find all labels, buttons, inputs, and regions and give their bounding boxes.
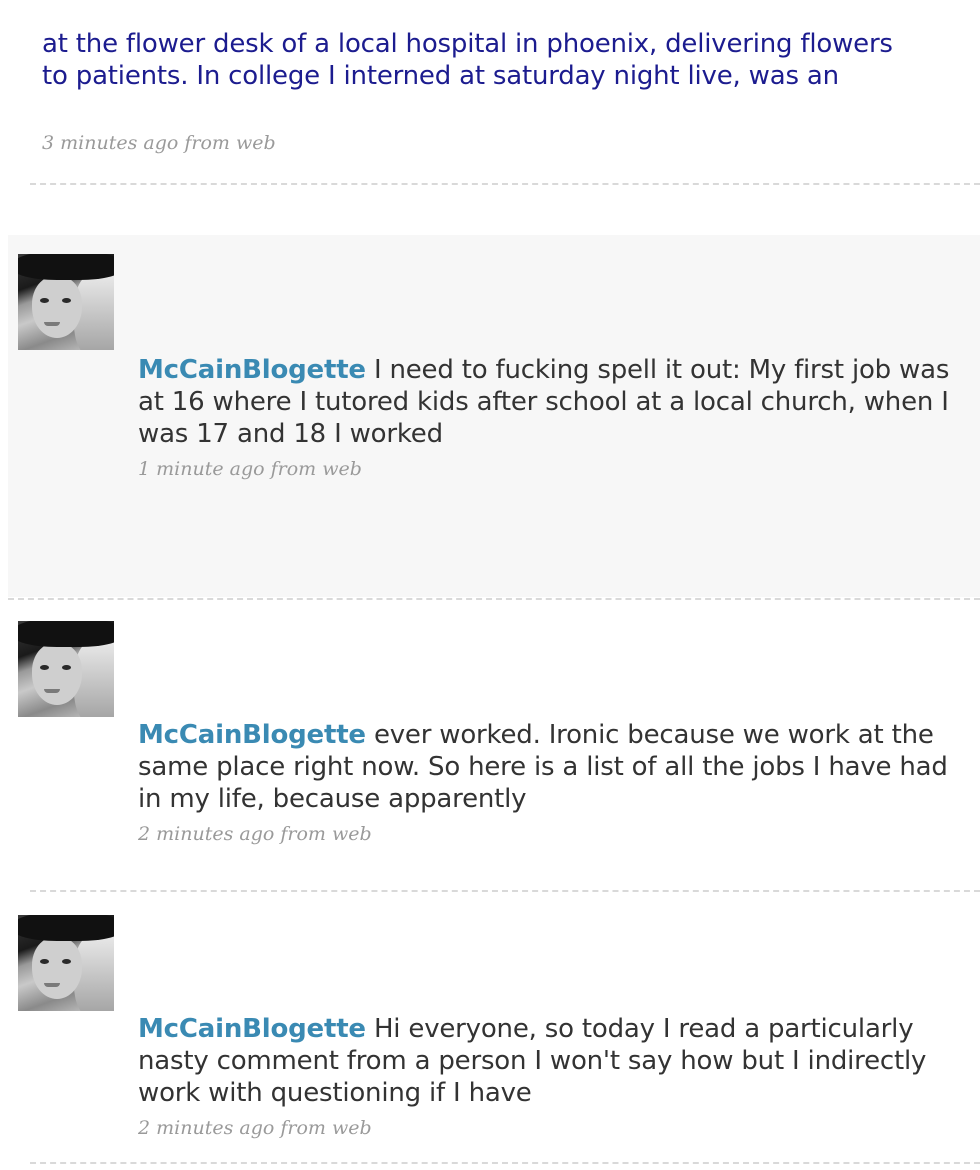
tweet-divider [30, 890, 980, 892]
avatar-face [32, 937, 82, 999]
username-link[interactable]: McCainBlogette [138, 720, 366, 750]
tweet-timestamp-link[interactable]: 2 minutes ago [138, 823, 274, 845]
avatar-hat [18, 915, 114, 941]
avatar-eye [40, 959, 49, 964]
tweet-meta: 2 minutes ago from web [138, 823, 372, 845]
user-avatar-icon[interactable] [18, 254, 114, 350]
username-link[interactable]: McCainBlogette [138, 355, 366, 385]
tweet-divider [8, 598, 980, 600]
user-avatar-icon[interactable] [18, 621, 114, 717]
avatar-eye [62, 298, 71, 303]
tweet-source: from web [270, 458, 362, 480]
tweet-text: McCainBlogette Hi everyone, so today I r… [138, 1013, 968, 1109]
avatar-mouth [44, 689, 60, 693]
tweet-source: from web [280, 1117, 372, 1139]
tweet-source: from web [184, 132, 276, 154]
tweet-text: McCainBlogette I need to fucking spell i… [138, 354, 968, 450]
avatar-mouth [44, 983, 60, 987]
user-avatar-icon[interactable] [18, 915, 114, 1011]
tweet-meta: 3 minutes ago from web [42, 132, 276, 154]
avatar-face [32, 643, 82, 705]
avatar-hat [18, 621, 114, 647]
tweet-divider [30, 1162, 980, 1164]
avatar-eye [40, 298, 49, 303]
username-link[interactable]: McCainBlogette [138, 1014, 366, 1044]
tweet-item: at the flower desk of a local hospital i… [0, 0, 980, 200]
tweet-divider [30, 183, 980, 185]
tweet-source: from web [280, 823, 372, 845]
avatar-hat [18, 254, 114, 280]
avatar-eye [62, 665, 71, 670]
tweet-timeline: at the flower desk of a local hospital i… [0, 0, 980, 1170]
avatar-eye [62, 959, 71, 964]
tweet-text: at the flower desk of a local hospital i… [42, 29, 893, 91]
tweet-text: McCainBlogette ever worked. Ironic becau… [138, 719, 968, 815]
tweet-timestamp-link[interactable]: 2 minutes ago [138, 1117, 274, 1139]
tweet-meta: 1 minute ago from web [138, 458, 362, 480]
avatar-mouth [44, 322, 60, 326]
tweet-timestamp-link[interactable]: 3 minutes ago [42, 132, 178, 154]
tweet-meta: 2 minutes ago from web [138, 1117, 372, 1139]
avatar-face [32, 276, 82, 338]
tweet-timestamp-link[interactable]: 1 minute ago [138, 458, 265, 480]
avatar-eye [40, 665, 49, 670]
